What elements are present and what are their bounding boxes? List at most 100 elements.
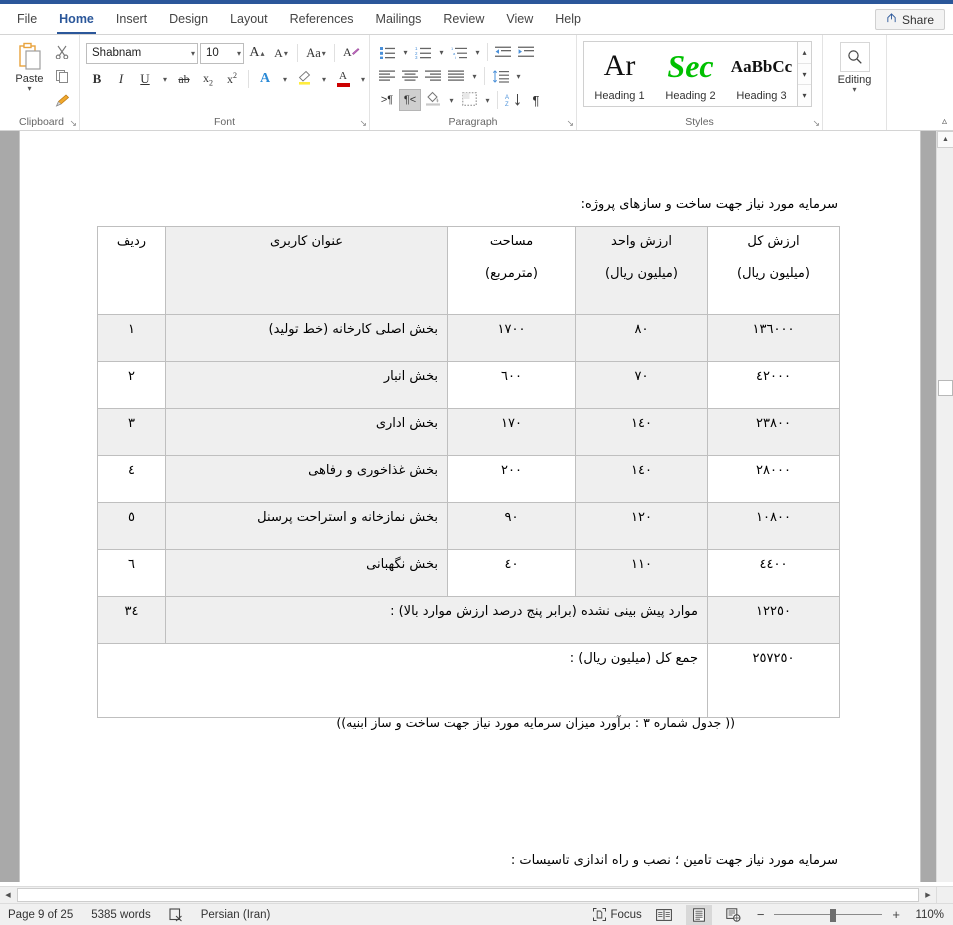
text-highlight-button[interactable] (293, 68, 315, 90)
superscript-button[interactable]: x2 (221, 68, 243, 90)
chevron-down-icon[interactable]: ▾ (27, 85, 31, 93)
center-button[interactable] (399, 65, 421, 87)
horizontal-scrollbar[interactable]: ◀ ▶ (0, 886, 936, 903)
copy-button[interactable] (51, 68, 73, 89)
tab-help[interactable]: Help (544, 4, 592, 34)
document-page[interactable]: سرمایه مورد نیاز جهت ساخت و سازهای پروژه… (20, 131, 920, 882)
collapse-ribbon-icon[interactable]: ▵ (942, 116, 947, 127)
strikethrough-button[interactable]: ab (173, 68, 195, 90)
zoom-out-button[interactable]: − (756, 907, 766, 922)
text-effects-button[interactable]: A (254, 68, 276, 90)
table-row[interactable]: ١٣٦٠٠٠ ٨٠ ١٧٠٠ بخش اصلی کارخانه (خط تولی… (97, 314, 840, 362)
decrease-indent-button[interactable] (492, 41, 514, 63)
share-button[interactable]: Share (874, 9, 945, 30)
table-row[interactable]: ٤٤٠٠ ١١٠ ٤٠ بخش نگهبانی ٦ (97, 549, 840, 597)
read-mode-button[interactable] (651, 905, 677, 925)
scroll-up-icon[interactable]: ▴ (798, 42, 811, 64)
proofing-status-icon[interactable] (169, 907, 183, 922)
bold-button[interactable]: B (86, 68, 108, 90)
tab-review[interactable]: Review (432, 4, 495, 34)
format-painter-button[interactable] (51, 92, 73, 113)
word-count[interactable]: 5385 words (91, 909, 150, 921)
table-row[interactable]: ٤٢٠٠٠ ٧٠ ٦٠٠ بخش انبار ٢ (97, 361, 840, 409)
zoom-in-button[interactable]: + (891, 907, 901, 922)
font-name-combo[interactable]: Shabnam ▾ (86, 42, 198, 64)
font-dialog-launcher-icon[interactable]: ↘ (359, 118, 367, 129)
scroll-up-icon[interactable]: ▲ (937, 131, 953, 148)
grow-font-button[interactable]: A ▴ (246, 42, 268, 64)
tab-view[interactable]: View (495, 4, 544, 34)
rtl-text-direction-button[interactable]: ¶< (399, 89, 421, 111)
paragraph-dialog-launcher-icon[interactable]: ↘ (566, 118, 574, 129)
multilevel-options-button[interactable]: ▾ (471, 41, 483, 63)
shading-button[interactable] (422, 89, 444, 111)
capital-estimate-table[interactable]: ارزش کل (میلیون ریال) ارزش واحد (میلیون … (97, 226, 840, 718)
vertical-scroll-thumb[interactable] (938, 380, 953, 396)
italic-button[interactable]: I (110, 68, 132, 90)
style-heading-3[interactable]: AaBbCc Heading 3 (726, 42, 797, 106)
numbering-button[interactable]: 1 2 3 (412, 41, 434, 63)
tab-file[interactable]: File (6, 4, 48, 34)
font-color-button[interactable]: A (332, 68, 354, 90)
shrink-font-button[interactable]: A ▾ (270, 42, 292, 64)
tab-references[interactable]: References (279, 4, 365, 34)
clear-formatting-button[interactable]: A (340, 42, 362, 64)
print-layout-button[interactable] (685, 904, 712, 925)
ltr-text-direction-button[interactable]: >¶ (376, 89, 398, 111)
zoom-slider-thumb[interactable] (830, 908, 837, 922)
show-formatting-marks-button[interactable]: ¶ (525, 89, 547, 111)
tab-insert[interactable]: Insert (105, 4, 158, 34)
editing-button[interactable]: Editing ▾ (829, 42, 880, 94)
table-row[interactable]: ١٠٨٠٠ ١٢٠ ٩٠ بخش نمازخانه و استراحت پرسن… (97, 502, 840, 550)
justify-button[interactable] (445, 65, 467, 87)
chevron-down-icon[interactable]: ▾ (852, 86, 856, 94)
scroll-right-icon[interactable]: ▶ (920, 888, 936, 903)
paste-button[interactable]: Paste ▾ (10, 40, 49, 93)
table-row-unforeseen[interactable]: ١٢٢٥٠ موارد پیش بینی نشده (برابر پنج درص… (97, 596, 840, 644)
cut-button[interactable] (51, 44, 73, 65)
scroll-left-icon[interactable]: ◀ (0, 888, 16, 903)
horizontal-scroll-track[interactable] (17, 888, 919, 902)
tab-home[interactable]: Home (48, 4, 105, 34)
table-row-total[interactable]: ٢٥٧٢٥٠ جمع کل (میلیون ریال) : (97, 643, 840, 718)
style-heading-1[interactable]: Ar Heading 1 (584, 42, 655, 106)
page-indicator[interactable]: Page 9 of 25 (8, 909, 73, 921)
more-styles-icon[interactable]: ▾ (798, 85, 811, 107)
focus-mode-button[interactable]: Focus (593, 908, 642, 921)
numbering-options-button[interactable]: ▾ (435, 41, 447, 63)
language-indicator[interactable]: Persian (Iran) (201, 909, 271, 921)
increase-indent-button[interactable] (515, 41, 537, 63)
zoom-slider[interactable] (774, 906, 883, 924)
style-heading-2[interactable]: Sec Heading 2 (655, 42, 726, 106)
tab-design[interactable]: Design (158, 4, 219, 34)
tab-layout[interactable]: Layout (219, 4, 279, 34)
web-layout-button[interactable] (721, 905, 747, 925)
line-spacing-button[interactable] (489, 65, 511, 87)
shading-options-button[interactable]: ▾ (445, 89, 457, 111)
underline-options-button[interactable]: ▾ (158, 68, 171, 90)
multilevel-list-button[interactable]: 1 a i (448, 41, 470, 63)
styles-dialog-launcher-icon[interactable]: ↘ (812, 118, 820, 129)
font-color-options-button[interactable]: ▾ (356, 68, 369, 90)
bullets-options-button[interactable]: ▾ (399, 41, 411, 63)
bullets-button[interactable] (376, 41, 398, 63)
justify-options-button[interactable]: ▾ (468, 65, 480, 87)
table-row[interactable]: ٢٨٠٠٠ ١٤٠ ٢٠٠ بخش غذاخوری و رفاهی ٤ (97, 455, 840, 503)
tab-mailings[interactable]: Mailings (365, 4, 433, 34)
sort-button[interactable]: A Z (502, 89, 524, 111)
table-row[interactable]: ٢٣٨٠٠ ١٤٠ ١٧٠ بخش اداری ٣ (97, 408, 840, 456)
change-case-button[interactable]: Aa ▾ (303, 42, 329, 64)
line-spacing-options-button[interactable]: ▾ (512, 65, 524, 87)
vertical-scrollbar[interactable]: ▲ (936, 131, 953, 882)
clipboard-dialog-launcher-icon[interactable]: ↘ (69, 118, 77, 129)
text-effects-options-button[interactable]: ▾ (278, 68, 291, 90)
borders-button[interactable] (458, 89, 480, 111)
font-size-combo[interactable]: 10 ▾ (200, 42, 244, 64)
underline-button[interactable]: U (134, 68, 156, 90)
zoom-level[interactable]: 110% (910, 909, 944, 921)
align-right-button[interactable] (422, 65, 444, 87)
subscript-button[interactable]: x2 (197, 68, 219, 90)
highlight-options-button[interactable]: ▾ (317, 68, 330, 90)
borders-options-button[interactable]: ▾ (481, 89, 493, 111)
align-left-button[interactable] (376, 65, 398, 87)
